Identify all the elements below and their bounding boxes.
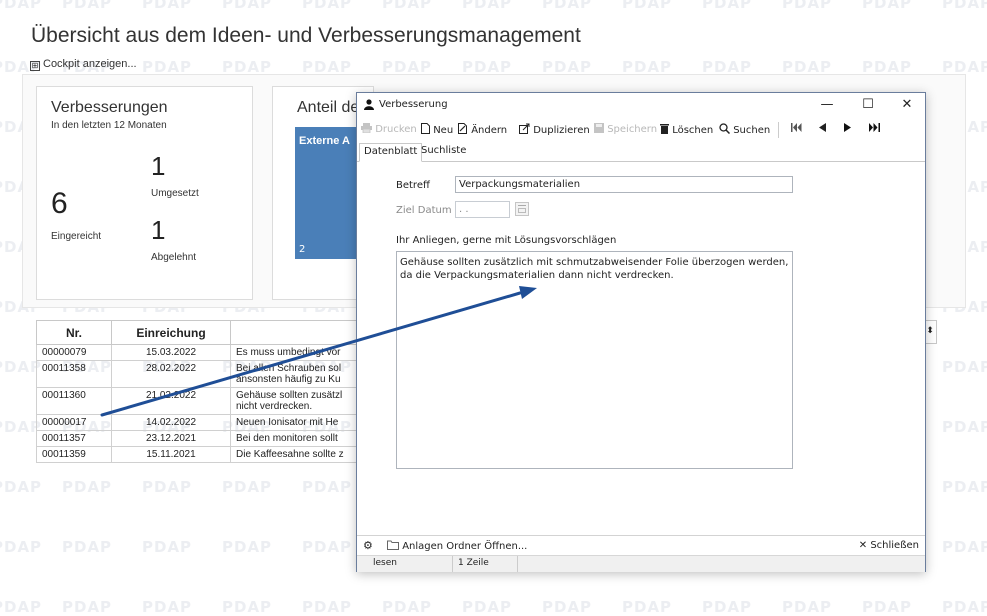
annotation-arrow (100, 286, 537, 417)
